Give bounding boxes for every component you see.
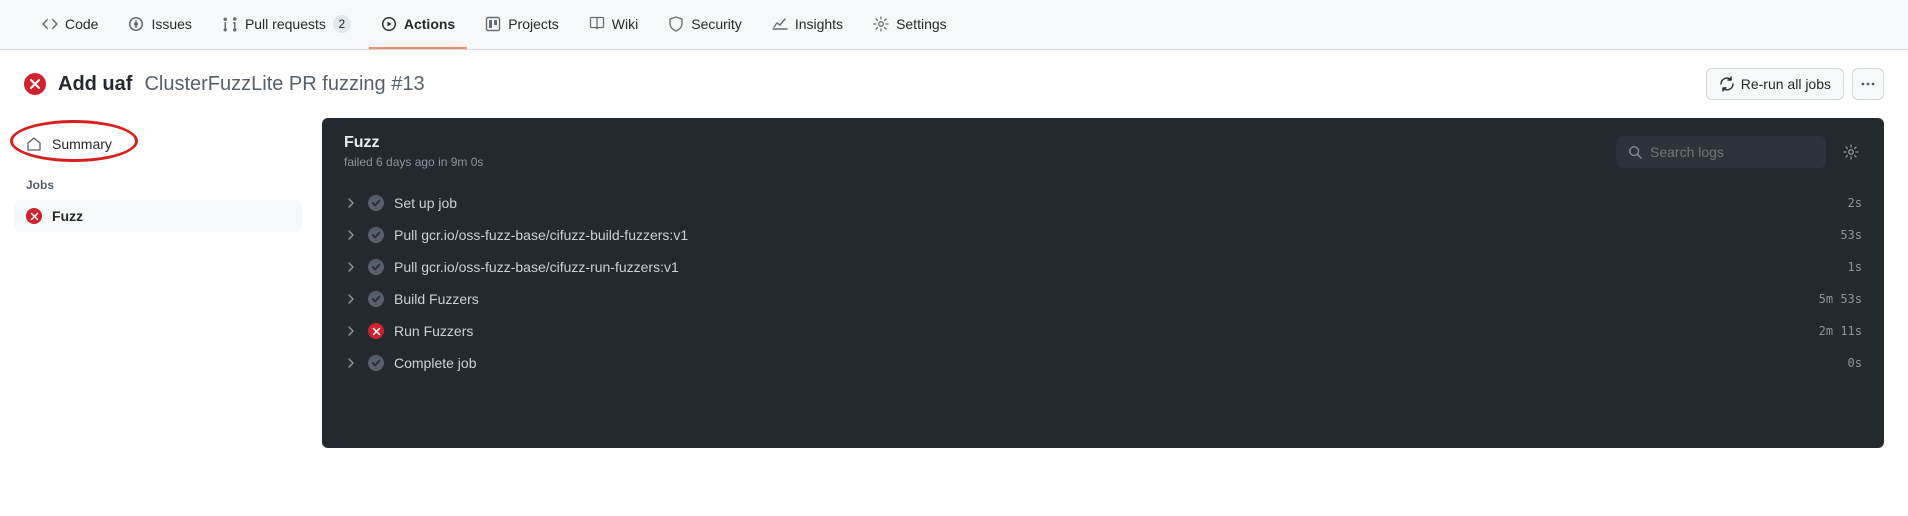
more-actions-button[interactable] (1852, 68, 1884, 100)
chevron-right-icon (344, 230, 358, 240)
step-duration: 5m 53s (1819, 292, 1862, 306)
step-duration: 0s (1848, 356, 1862, 370)
tab-issues[interactable]: Issues (116, 1, 203, 49)
tab-label: Projects (508, 16, 559, 32)
job-title: Fuzz (344, 134, 483, 152)
job-log-panel: Fuzz failed 6 days ago in 9m 0s Set up j… (322, 118, 1884, 448)
chevron-right-icon (344, 198, 358, 208)
shield-icon (668, 16, 684, 32)
step-row[interactable]: Complete job 0s (340, 347, 1866, 379)
home-icon (26, 136, 42, 152)
step-row[interactable]: Pull gcr.io/oss-fuzz-base/cifuzz-run-fuz… (340, 251, 1866, 283)
step-duration: 1s (1848, 260, 1862, 274)
step-duration: 2s (1848, 196, 1862, 210)
status-failed-icon (24, 73, 46, 95)
chevron-right-icon (344, 262, 358, 272)
step-row[interactable]: Set up job 2s (340, 187, 1866, 219)
step-duration: 53s (1840, 228, 1862, 242)
pull-request-icon (222, 16, 238, 32)
workflow-title: Add uaf ClusterFuzzLite PR fuzzing #13 (24, 73, 425, 96)
tab-label: Insights (795, 16, 843, 32)
run-sidebar: Summary Jobs Fuzz (14, 118, 302, 232)
step-name: Build Fuzzers (394, 291, 1809, 307)
pull-requests-count: 2 (333, 15, 351, 33)
tab-code[interactable]: Code (30, 1, 110, 49)
log-settings-button[interactable] (1836, 137, 1866, 167)
repo-nav: Code Issues Pull requests 2 Actions Proj… (0, 0, 1908, 50)
tab-label: Wiki (612, 16, 638, 32)
tab-label: Security (691, 16, 742, 32)
search-icon (1628, 145, 1642, 159)
step-name: Complete job (394, 355, 1838, 371)
tab-label: Pull requests (245, 16, 326, 32)
step-name: Pull gcr.io/oss-fuzz-base/cifuzz-build-f… (394, 227, 1830, 243)
chevron-right-icon (344, 294, 358, 304)
chevron-right-icon (344, 326, 358, 336)
sidebar-job-label: Fuzz (52, 208, 83, 224)
tab-label: Actions (404, 16, 455, 32)
tab-actions[interactable]: Actions (369, 1, 467, 49)
status-failed-icon (26, 208, 42, 224)
run-subtitle: ClusterFuzzLite PR fuzzing #13 (144, 73, 424, 96)
tab-projects[interactable]: Projects (473, 1, 571, 49)
header-actions: Re-run all jobs (1706, 68, 1884, 100)
button-label: Re-run all jobs (1741, 76, 1831, 92)
job-subtitle: failed 6 days ago in 9m 0s (344, 155, 483, 169)
status-success-icon (368, 227, 384, 243)
search-logs-input[interactable] (1650, 144, 1814, 160)
workflow-run-header: Add uaf ClusterFuzzLite PR fuzzing #13 R… (0, 50, 1908, 118)
status-success-icon (368, 291, 384, 307)
tab-label: Settings (896, 16, 947, 32)
tab-label: Code (65, 16, 98, 32)
step-row[interactable]: Build Fuzzers 5m 53s (340, 283, 1866, 315)
step-name: Run Fuzzers (394, 323, 1809, 339)
code-icon (42, 16, 58, 32)
rerun-all-jobs-button[interactable]: Re-run all jobs (1706, 68, 1844, 100)
status-success-icon (368, 355, 384, 371)
step-name: Pull gcr.io/oss-fuzz-base/cifuzz-run-fuz… (394, 259, 1838, 275)
sidebar-job-fuzz[interactable]: Fuzz (14, 200, 302, 232)
tab-security[interactable]: Security (656, 1, 754, 49)
sidebar-item-label: Summary (52, 136, 112, 152)
step-duration: 2m 11s (1819, 324, 1862, 338)
kebab-icon (1860, 76, 1876, 92)
tab-pull-requests[interactable]: Pull requests 2 (210, 1, 363, 49)
gear-icon (873, 16, 889, 32)
tab-insights[interactable]: Insights (760, 1, 855, 49)
step-row[interactable]: Pull gcr.io/oss-fuzz-base/cifuzz-build-f… (340, 219, 1866, 251)
tab-wiki[interactable]: Wiki (577, 1, 650, 49)
graph-icon (772, 16, 788, 32)
step-row[interactable]: Run Fuzzers 2m 11s (340, 315, 1866, 347)
project-icon (485, 16, 501, 32)
book-icon (589, 16, 605, 32)
tab-label: Issues (151, 16, 191, 32)
sidebar-heading-jobs: Jobs (14, 160, 302, 200)
sidebar-item-summary[interactable]: Summary (14, 128, 302, 160)
status-success-icon (368, 259, 384, 275)
chevron-right-icon (344, 358, 358, 368)
status-failed-icon (368, 323, 384, 339)
run-title: Add uaf (58, 73, 132, 96)
tab-settings[interactable]: Settings (861, 1, 959, 49)
search-logs-field[interactable] (1616, 136, 1826, 168)
status-success-icon (368, 195, 384, 211)
step-name: Set up job (394, 195, 1838, 211)
gear-icon (1843, 144, 1859, 160)
sync-icon (1719, 76, 1735, 92)
issue-icon (128, 16, 144, 32)
play-icon (381, 16, 397, 32)
